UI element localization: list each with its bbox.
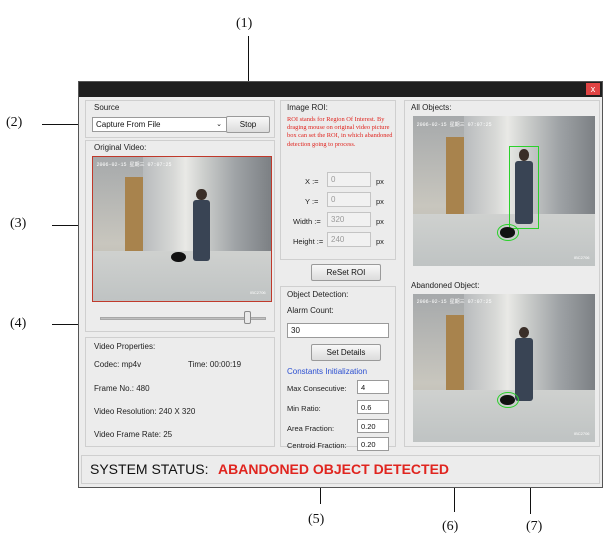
video-person	[192, 200, 211, 261]
callout-7: (7)	[526, 519, 543, 534]
video-properties-label: Video Properties:	[94, 342, 156, 351]
seek-slider-track[interactable]	[100, 317, 266, 320]
all-objects-frame[interactable]: 2006-02-15 星期三 07:07:25 IBC2706	[413, 116, 595, 266]
roi-description: ROI stands for Region Of Interest. By dr…	[287, 116, 393, 148]
video-watermark: IBC2706	[250, 290, 266, 296]
max-consecutive-label: Max Consecutive:	[287, 384, 347, 393]
roi-height-unit: px	[376, 237, 384, 246]
abandoned-person	[514, 338, 534, 401]
abandoned-person-head	[518, 326, 530, 339]
abandoned-bag-outline	[496, 391, 519, 408]
min-ratio-label: Min Ratio:	[287, 404, 321, 413]
roi-width-unit: px	[376, 217, 384, 226]
image-roi-group: Image ROI: ROI stands for Region Of Inte…	[280, 100, 396, 260]
roi-x-unit: px	[376, 177, 384, 186]
abandoned-watermark: IBC2706	[573, 431, 590, 437]
original-video-frame[interactable]: 2006-02-15 星期三 07:07:25 IBC2706	[92, 156, 272, 302]
object-detection-label: Object Detection:	[287, 290, 349, 299]
abandoned-door	[445, 314, 464, 401]
callout-3: (3)	[10, 216, 27, 231]
original-video-label: Original Video:	[94, 143, 147, 152]
alarm-count-label: Alarm Count:	[287, 306, 334, 315]
output-panel: All Objects: 2006-02-15 星期三 07:07:25 IBC…	[404, 100, 600, 447]
roi-x-label: X :=	[305, 177, 319, 186]
original-video-group: Original Video: 2006-02-15 星期三 07:07:25 …	[85, 140, 275, 332]
source-label: Source	[94, 103, 120, 112]
min-ratio-field[interactable]: 0.6	[357, 400, 389, 414]
area-fraction-label: Area Fraction:	[287, 424, 335, 433]
app-window: x Source Capture From File ⌄ Stop Origin…	[78, 81, 603, 488]
all-objects-door	[445, 137, 464, 224]
video-abandoned-bag	[171, 252, 186, 263]
all-objects-watermark: IBC2706	[573, 255, 590, 260]
frame-no-text: Frame No.: 480	[94, 384, 150, 393]
roi-y-field[interactable]: 0	[327, 192, 371, 207]
close-button[interactable]: x	[586, 83, 600, 95]
centroid-fraction-label: Centroid Fraction:	[287, 441, 347, 450]
abandoned-timestamp: 2006-02-15 星期三 07:07:25	[416, 299, 492, 306]
abandoned-object-frame[interactable]: 2006-02-15 星期三 07:07:25 IBC2706	[413, 294, 595, 442]
centroid-fraction-field[interactable]: 0.20	[357, 437, 389, 451]
source-select-value: Capture From File	[96, 120, 161, 129]
roi-height-label: Height :=	[293, 237, 324, 246]
video-door	[125, 177, 143, 261]
system-status-value: ABANDONED OBJECT DETECTED	[218, 461, 450, 477]
source-select[interactable]: Capture From File ⌄	[92, 117, 227, 132]
all-objects-label: All Objects:	[411, 103, 452, 112]
roi-height-field[interactable]: 240	[327, 232, 371, 247]
constants-init-label: Constants Initialization	[287, 367, 368, 376]
all-objects-bag-outline	[496, 224, 519, 241]
callout-6: (6)	[442, 519, 459, 534]
stop-button[interactable]: Stop	[226, 116, 270, 133]
callout-5: (5)	[308, 512, 325, 527]
resolution-text: Video Resolution: 240 X 320	[94, 407, 196, 416]
set-details-button[interactable]: Set Details	[311, 344, 381, 361]
image-roi-label: Image ROI:	[287, 103, 328, 112]
all-objects-person-outline	[509, 146, 539, 229]
chevron-down-icon: ⌄	[216, 121, 222, 128]
callout-2: (2)	[6, 115, 23, 130]
alarm-count-field[interactable]: 30	[287, 323, 389, 338]
roi-y-unit: px	[376, 197, 384, 206]
time-text: Time: 00:00:19	[188, 360, 242, 369]
system-status-bar: SYSTEM STATUS: ABANDONED OBJECT DETECTED	[81, 455, 600, 484]
roi-width-label: Width :=	[293, 217, 321, 226]
codec-text: Codec: mp4v	[94, 360, 142, 369]
source-group: Source Capture From File ⌄ Stop	[85, 100, 275, 138]
object-detection-group: Object Detection: Alarm Count: 30 Set De…	[280, 286, 396, 451]
video-timestamp: 2006-02-15 星期三 07:07:25	[96, 162, 172, 169]
roi-x-field[interactable]: 0	[327, 172, 371, 187]
all-objects-timestamp: 2006-02-15 星期三 07:07:25	[416, 121, 492, 128]
area-fraction-field[interactable]: 0.20	[357, 419, 389, 433]
title-bar: x	[79, 82, 602, 97]
video-properties-group: Video Properties: Codec: mp4v Time: 00:0…	[85, 337, 275, 447]
callout-4: (4)	[10, 316, 27, 331]
roi-width-field[interactable]: 320	[327, 212, 371, 227]
roi-y-label: Y :=	[305, 197, 319, 206]
reset-roi-button[interactable]: ReSet ROI	[311, 264, 381, 281]
abandoned-object-label: Abandoned Object:	[411, 281, 480, 290]
video-person-head	[196, 188, 207, 201]
max-consecutive-field[interactable]: 4	[357, 380, 389, 394]
seek-slider-thumb[interactable]	[244, 311, 251, 324]
frame-rate-text: Video Frame Rate: 25	[94, 430, 173, 439]
system-status-label: SYSTEM STATUS:	[90, 461, 209, 477]
callout-1: (1)	[236, 16, 253, 31]
